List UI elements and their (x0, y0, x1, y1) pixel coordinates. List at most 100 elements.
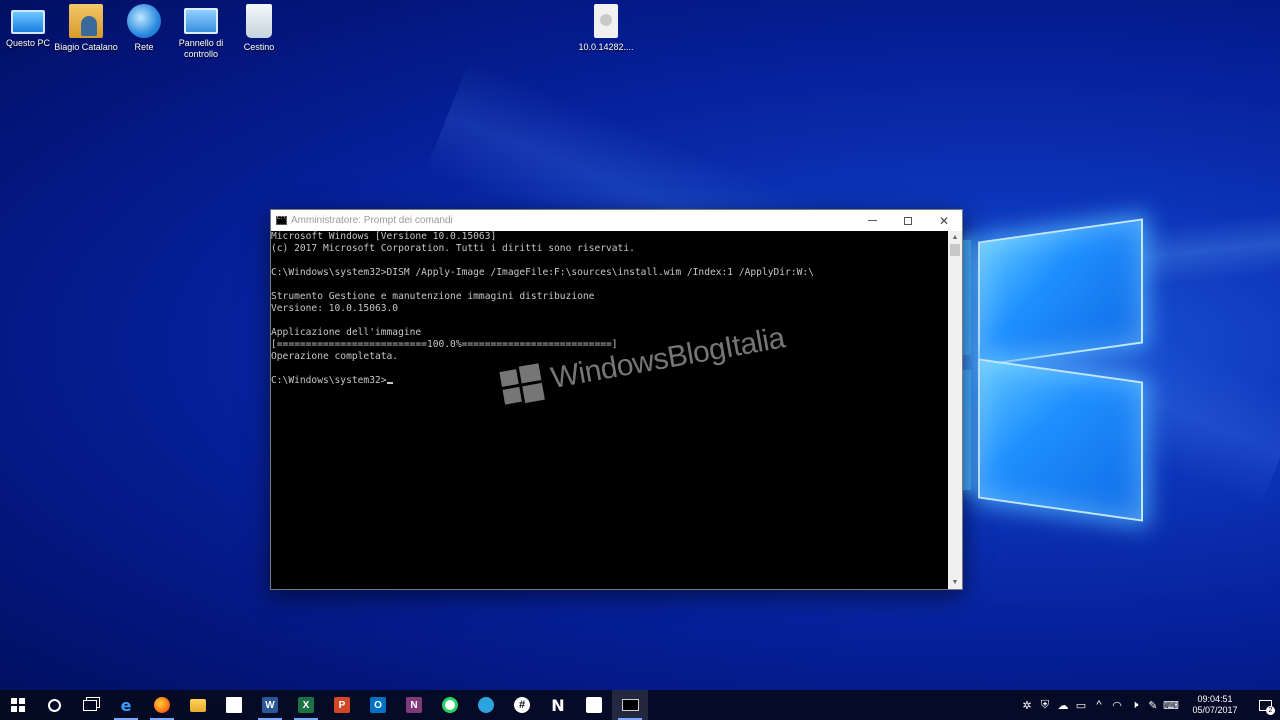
wallpaper-logo-edge (963, 370, 971, 490)
desktop-icon-questo-pc[interactable]: Questo PC (0, 4, 60, 49)
text-cursor (386, 382, 393, 384)
close-button[interactable]: ✕ (926, 210, 962, 231)
desktop-icon-label: Cestino (243, 42, 275, 52)
recycle-bin-icon (246, 4, 272, 38)
taskbar-app-powerpoint[interactable]: P (324, 690, 360, 720)
telegram-icon (478, 697, 494, 713)
search-icon (47, 698, 61, 712)
command-prompt-icon (276, 215, 287, 225)
firefox-icon (154, 697, 170, 713)
clock-time: 09:04:51 (1197, 694, 1233, 704)
notification-count-badge: 2 (1266, 706, 1275, 715)
flipboard-icon (586, 697, 602, 713)
network-icon (127, 4, 161, 38)
file-explorer-icon (190, 698, 206, 712)
minimize-icon (867, 220, 877, 221)
scroll-up-arrow-icon[interactable]: ▲ (948, 231, 962, 244)
whatsapp-icon (442, 697, 458, 713)
taskbar-app-flipboard[interactable] (576, 690, 612, 720)
window-title: Amministratore: Prompt dei comandi (291, 215, 453, 226)
taskbar-app-slack[interactable]: # (504, 690, 540, 720)
edge-icon: e (120, 695, 132, 715)
start-button[interactable] (0, 690, 36, 720)
desktop-icon-user-folder[interactable]: Biagio Catalano (54, 4, 118, 53)
clock-date: 05/07/2017 (1192, 705, 1238, 715)
excel-icon: X (298, 697, 314, 713)
settings-gear-icon[interactable]: ✲ (1018, 690, 1036, 720)
scroll-thumb[interactable] (950, 244, 960, 256)
taskbar-app-store[interactable] (216, 690, 252, 720)
task-view-icon (83, 699, 97, 711)
computer-icon (11, 10, 45, 34)
desktop-icon-label: Questo PC (5, 38, 51, 48)
console-line: Microsoft Windows [Versione 10.0.15063] (271, 231, 497, 242)
start-icon (11, 698, 25, 712)
battery-icon[interactable]: ▭ (1072, 690, 1090, 720)
taskbar-app-file-explorer[interactable] (180, 690, 216, 720)
search-button[interactable] (36, 690, 72, 720)
pen-icon[interactable]: ✎ (1144, 690, 1162, 720)
scroll-down-arrow-icon[interactable]: ▼ (948, 576, 962, 589)
defender-shield-icon[interactable]: ⛨ (1036, 690, 1054, 720)
wallpaper-logo-edge (963, 240, 971, 355)
window-controls: ✕ (854, 210, 962, 231)
store-icon (226, 697, 242, 713)
console-line: Applicazione dell'immagine (271, 327, 422, 338)
maximize-icon (904, 216, 912, 225)
control-panel-icon (184, 8, 218, 34)
vertical-scrollbar[interactable]: ▲ ▼ (948, 231, 962, 589)
console-output[interactable]: Microsoft Windows [Versione 10.0.15063] … (271, 231, 948, 589)
taskbar-app-n[interactable]: N (540, 690, 576, 720)
clock[interactable]: 09:04:51 05/07/2017 (1184, 694, 1246, 716)
maximize-button[interactable] (890, 210, 926, 231)
taskbar-app-word[interactable]: W (252, 690, 288, 720)
console-line: C:\Windows\system32>DISM /Apply-Image /I… (271, 267, 814, 278)
volume-muted-icon[interactable]: 🕨 (1126, 690, 1144, 720)
wifi-icon[interactable]: ◠ (1108, 690, 1126, 720)
taskbar: e W X P O N # N ✲ ⛨ ☁ ▭ ^ ◠ 🕨 ✎ ⌨ 09:04:… (0, 690, 1280, 720)
minimize-button[interactable] (854, 210, 890, 231)
window-titlebar[interactable]: Amministratore: Prompt dei comandi ✕ (271, 210, 962, 231)
console-line: Versione: 10.0.15063.0 (271, 303, 399, 314)
desktop-icon-label: Biagio Catalano (54, 42, 118, 52)
desktop-icon-cestino[interactable]: Cestino (227, 4, 291, 53)
wallpaper-windows-logo (978, 358, 1143, 522)
keyboard-icon[interactable]: ⌨ (1162, 690, 1180, 720)
command-prompt-window[interactable]: Amministratore: Prompt dei comandi ✕ Mic… (270, 209, 963, 590)
n-app-icon: N (551, 695, 565, 715)
desktop-icon-label: 10.0.14282.... (578, 42, 634, 52)
command-prompt-icon (621, 699, 639, 711)
taskbar-app-excel[interactable]: X (288, 690, 324, 720)
console-line: Strumento Gestione e manutenzione immagi… (271, 291, 595, 302)
desktop-icon-iso-file[interactable]: 10.0.14282.... (574, 4, 638, 53)
task-view-button[interactable] (72, 690, 108, 720)
word-icon: W (262, 697, 278, 713)
close-icon: ✕ (938, 213, 950, 228)
show-hidden-icons-icon[interactable]: ^ (1090, 690, 1108, 720)
taskbar-app-outlook[interactable]: O (360, 690, 396, 720)
console-prompt: C:\Windows\system32> (271, 375, 387, 386)
action-center-button[interactable]: 2 (1250, 690, 1280, 720)
disc-image-file-icon (594, 4, 618, 38)
taskbar-app-firefox[interactable] (144, 690, 180, 720)
windows-logo-icon (499, 363, 545, 405)
slack-icon: # (514, 697, 530, 713)
desktop-icon-label: Pannello di controllo (178, 38, 224, 59)
powerpoint-icon: P (334, 697, 350, 713)
progress-bar-text: [==========================100.0%=======… (271, 339, 618, 350)
desktop-icon-pannello-di-controllo[interactable]: Pannello di controllo (169, 4, 233, 60)
desktop-icon-rete[interactable]: Rete (112, 4, 176, 53)
taskbar-app-whatsapp[interactable] (432, 690, 468, 720)
taskbar-app-command-prompt[interactable] (612, 690, 648, 720)
taskbar-app-telegram[interactable] (468, 690, 504, 720)
onenote-icon: N (406, 697, 422, 713)
user-folder-icon (69, 4, 103, 38)
system-tray: ✲ ⛨ ☁ ▭ ^ ◠ 🕨 ✎ ⌨ 09:04:51 05/07/2017 2 (1018, 690, 1280, 720)
console-line: (c) 2017 Microsoft Corporation. Tutti i … (271, 243, 635, 254)
onedrive-cloud-icon[interactable]: ☁ (1054, 690, 1072, 720)
taskbar-app-edge[interactable]: e (108, 690, 144, 720)
taskbar-app-onenote[interactable]: N (396, 690, 432, 720)
